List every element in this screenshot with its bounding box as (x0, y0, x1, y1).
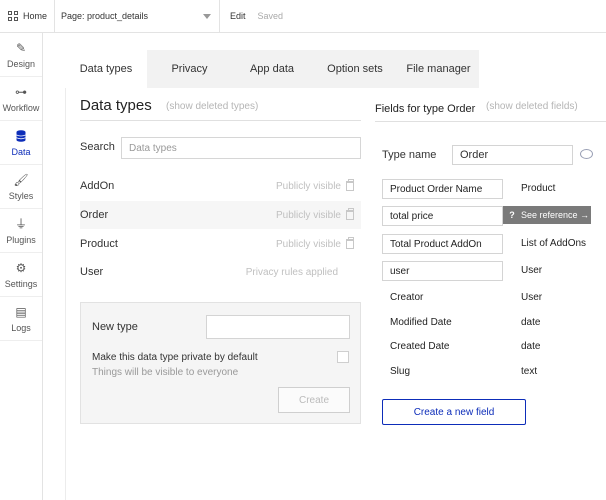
field-type: Product (521, 183, 556, 194)
field-name-input[interactable]: user (382, 261, 503, 281)
sidebar-item-plugins[interactable]: ⏚ Plugins (0, 209, 42, 253)
trash-icon[interactable] (346, 179, 354, 191)
sidebar-item-design[interactable]: ✎ Design (0, 33, 42, 77)
visibility-status: Publicly visible (275, 180, 341, 192)
create-field-button[interactable]: Create a new field (382, 399, 526, 425)
field-type: User (521, 265, 543, 276)
fields-heading: Fields for type Order (375, 103, 476, 115)
sidebar-item-label: Logs (11, 322, 31, 333)
sidebar-item-label: Design (6, 58, 35, 69)
page-selector[interactable]: Page: product_details (55, 0, 220, 33)
design-icon: ✎ (15, 40, 27, 55)
private-default-checkbox[interactable] (337, 351, 349, 363)
data-type-name: User (80, 266, 104, 278)
database-icon (14, 129, 28, 143)
trash-icon[interactable] (346, 237, 354, 249)
brush-icon: 🖌 (13, 172, 29, 187)
edit-menu[interactable]: Edit (230, 11, 246, 21)
sidebar-item-logs[interactable]: ▤ Logs (0, 297, 42, 341)
field-type: User (521, 292, 543, 303)
tab-bar: Data types Privacy App data Option sets … (65, 50, 479, 88)
sidebar-item-label: Workflow (2, 102, 40, 113)
data-type-row[interactable]: AddOn Publicly visible (80, 172, 361, 200)
visibility-status: Privacy rules applied (245, 266, 338, 278)
visibility-status: Publicly visible (275, 209, 341, 221)
see-reference-label: See reference → (521, 210, 590, 220)
document-icon: ▤ (15, 304, 27, 319)
new-type-label: New type (92, 321, 138, 333)
create-type-button[interactable]: Create (278, 387, 350, 413)
data-type-name: AddOn (80, 180, 115, 192)
plug-icon: ⏚ (14, 216, 27, 231)
data-type-name: Order (80, 209, 109, 221)
data-type-row[interactable]: Order Publicly visible (80, 201, 361, 229)
search-label: Search (80, 141, 115, 153)
tab-app-data[interactable]: App data (232, 50, 312, 88)
see-reference-button[interactable]: ? See reference → (503, 206, 591, 224)
field-name-input[interactable]: Total Product AddOn (382, 234, 503, 254)
search-input[interactable] (121, 137, 361, 159)
sidebar-item-label: Plugins (6, 234, 36, 245)
sidebar-item-data[interactable]: Data (0, 121, 42, 165)
data-type-row[interactable]: User Privacy rules applied (80, 258, 361, 286)
tab-file-manager[interactable]: File manager (398, 50, 479, 88)
field-name: Creator (390, 292, 424, 303)
divider (375, 121, 606, 122)
left-sidebar: ✎ Design ⊶ Workflow Data 🖌 Styles ⏚ Plug… (0, 33, 43, 500)
field-name: Modified Date (390, 317, 452, 328)
trash-icon[interactable] (346, 208, 354, 220)
field-type: text (521, 366, 538, 377)
workflow-icon: ⊶ (15, 84, 27, 99)
show-deleted-fields-link[interactable]: (show deleted fields) (486, 101, 578, 112)
field-name: Created Date (390, 341, 450, 352)
field-name: Slug (390, 366, 411, 377)
new-type-box: New type Make this data type private by … (80, 302, 361, 424)
grid-icon (8, 11, 18, 21)
field-type: date (521, 341, 541, 352)
top-bar: Home Page: product_details Edit Saved (0, 0, 606, 33)
tab-data-types[interactable]: Data types (65, 50, 147, 88)
new-type-input[interactable] (206, 315, 350, 339)
sidebar-item-workflow[interactable]: ⊶ Workflow (0, 77, 42, 121)
field-type: List of AddOns (521, 238, 587, 249)
save-status: Saved (257, 11, 284, 21)
comment-icon[interactable] (580, 149, 593, 159)
gear-icon: ⚙ (15, 260, 27, 275)
page-selector-label: Page: product_details (61, 11, 149, 21)
divider (80, 120, 361, 121)
field-type: date (521, 317, 541, 328)
home-button[interactable]: Home (0, 0, 55, 33)
question-icon: ? (509, 210, 515, 220)
data-type-name: Product (80, 238, 118, 250)
show-deleted-types-link[interactable]: (show deleted types) (166, 101, 258, 112)
visibility-status: Publicly visible (275, 238, 341, 250)
data-types-heading: Data types (80, 97, 152, 114)
data-type-row[interactable]: Product Publicly visible (80, 230, 361, 258)
private-default-label: Make this data type private by default (92, 352, 258, 363)
sidebar-item-label: Styles (8, 190, 34, 201)
sidebar-item-label: Data (11, 146, 31, 157)
sidebar-item-label: Settings (4, 278, 38, 289)
home-label: Home (23, 11, 48, 21)
type-name-input[interactable]: Order (452, 145, 573, 165)
chevron-down-icon (203, 13, 211, 19)
field-name-input[interactable]: total price (382, 206, 503, 226)
field-name-input[interactable]: Product Order Name (382, 179, 503, 199)
tab-privacy[interactable]: Privacy (147, 50, 232, 88)
type-name-label: Type name (382, 149, 437, 161)
tab-option-sets[interactable]: Option sets (312, 50, 398, 88)
sidebar-item-settings[interactable]: ⚙ Settings (0, 253, 42, 297)
sidebar-item-styles[interactable]: 🖌 Styles (0, 165, 42, 209)
private-default-hint: Things will be visible to everyone (92, 367, 239, 378)
